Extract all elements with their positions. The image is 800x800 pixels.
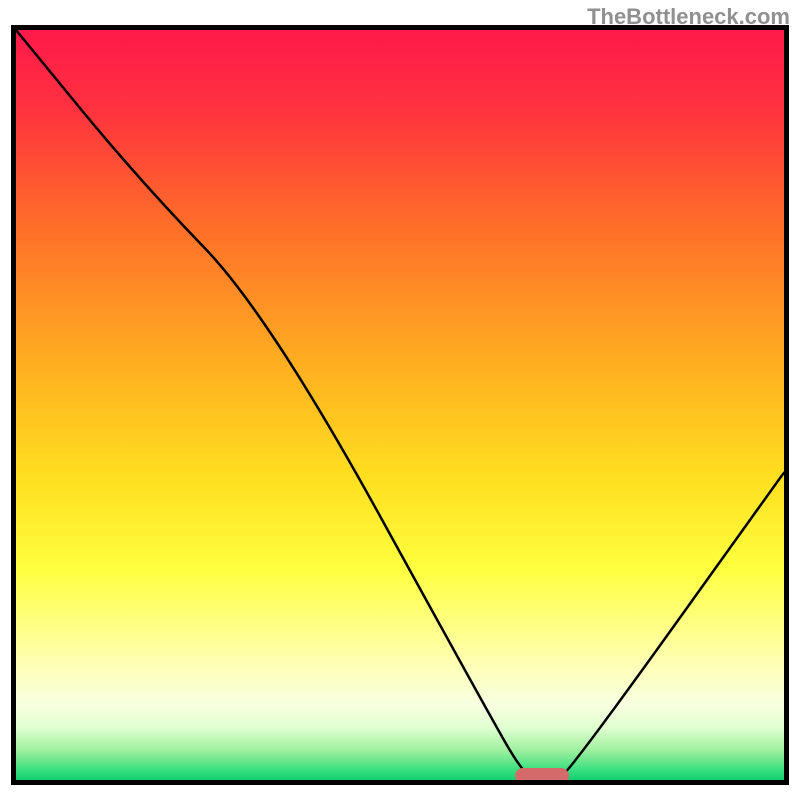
watermark-text: TheBottleneck.com — [587, 4, 790, 30]
plot-area — [16, 30, 784, 780]
plot-frame — [11, 25, 789, 785]
data-curve — [16, 30, 784, 780]
chart-container: TheBottleneck.com — [0, 0, 800, 800]
optimal-range-marker — [515, 768, 569, 780]
